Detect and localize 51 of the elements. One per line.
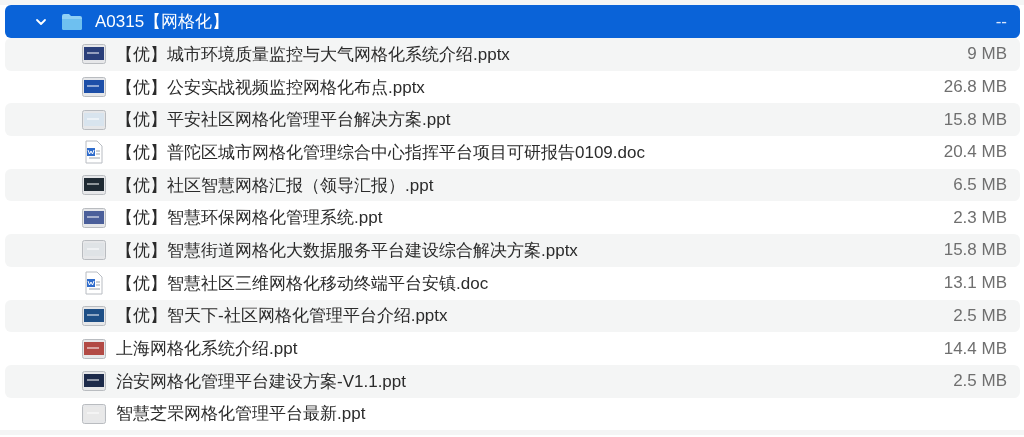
file-row[interactable]: 【优】智慧社区三维网格化移动终端平台安镇.doc 13.1 MB xyxy=(5,266,1020,300)
slide-thumbnail-icon xyxy=(82,75,106,100)
file-size: 15.8 MB xyxy=(943,109,1008,130)
folder-size: -- xyxy=(995,11,1008,32)
slide-thumbnail-icon xyxy=(82,369,106,394)
folder-name: A0315【网格化】 xyxy=(95,11,230,33)
file-name: 【优】智慧街道网格化大数据服务平台建设综合解决方案.pptx xyxy=(116,239,578,262)
file-row[interactable]: 治安网格化管理平台建设方案-V1.1.ppt 2.5 MB xyxy=(5,364,1020,398)
file-row[interactable]: 【优】普陀区城市网格化管理综合中心指挥平台项目可研报告0109.doc 20.4 MB xyxy=(5,136,1020,169)
file-size: 20.4 MB xyxy=(943,142,1008,163)
file-name: 【优】社区智慧网格汇报（领导汇报）.ppt xyxy=(116,174,434,197)
file-row[interactable]: 上海网格化系统介绍.ppt 14.4 MB xyxy=(5,332,1020,365)
file-size: 6.5 MB xyxy=(953,175,1008,196)
file-name: 【优】智天下-社区网格化管理平台介绍.pptx xyxy=(116,305,448,328)
file-row[interactable]: 【优】城市环境质量监控与大气网格化系统介绍.pptx 9 MB xyxy=(5,38,1020,71)
file-row[interactable]: 【优】智慧环保网格化管理系统.ppt 2.3 MB xyxy=(5,201,1020,235)
file-name: 【优】智慧环保网格化管理系统.ppt xyxy=(116,207,383,230)
slide-thumbnail-icon xyxy=(82,205,106,230)
file-name: 治安网格化管理平台建设方案-V1.1.ppt xyxy=(116,370,406,393)
file-name: 【优】智慧社区三维网格化移动终端平台安镇.doc xyxy=(116,272,489,295)
file-size: 13.1 MB xyxy=(943,273,1008,294)
folder-row[interactable]: A0315【网格化】 -- xyxy=(5,5,1020,38)
file-name: 【优】公安实战视频监控网格化布点.pptx xyxy=(116,76,425,99)
file-size: 2.5 MB xyxy=(953,371,1008,392)
file-row[interactable]: 智慧芝罘网格化管理平台最新.ppt xyxy=(5,397,1020,431)
file-row[interactable]: 【优】智天下-社区网格化管理平台介绍.pptx 2.5 MB xyxy=(5,299,1020,333)
file-row[interactable]: 【优】公安实战视频监控网格化布点.pptx 26.8 MB xyxy=(5,70,1020,104)
file-size: 2.5 MB xyxy=(953,305,1008,326)
slide-thumbnail-icon xyxy=(82,107,106,132)
file-row[interactable]: 【优】平安社区网格化管理平台解决方案.ppt 15.8 MB xyxy=(5,103,1020,137)
file-size: 9 MB xyxy=(967,44,1008,65)
document-icon xyxy=(82,140,106,165)
file-size: 2.3 MB xyxy=(953,207,1008,228)
file-size: 26.8 MB xyxy=(943,77,1008,98)
file-size: 14.4 MB xyxy=(943,338,1008,359)
file-row[interactable]: 【优】智慧街道网格化大数据服务平台建设综合解决方案.pptx 15.8 MB xyxy=(5,234,1020,267)
folder-icon xyxy=(61,12,83,31)
document-icon xyxy=(82,271,106,296)
file-size: 15.8 MB xyxy=(943,240,1008,261)
slide-thumbnail-icon xyxy=(82,401,106,426)
slide-thumbnail-icon xyxy=(82,336,106,361)
file-name: 智慧芝罘网格化管理平台最新.ppt xyxy=(116,403,366,426)
slide-thumbnail-icon xyxy=(82,42,106,67)
file-name: 上海网格化系统介绍.ppt xyxy=(116,338,298,361)
file-name: 【优】平安社区网格化管理平台解决方案.ppt xyxy=(116,109,451,132)
file-row[interactable]: 【优】社区智慧网格汇报（领导汇报）.ppt 6.5 MB xyxy=(5,168,1020,202)
file-name: 【优】城市环境质量监控与大气网格化系统介绍.pptx xyxy=(116,43,510,66)
slide-thumbnail-icon xyxy=(82,173,106,198)
file-name: 【优】普陀区城市网格化管理综合中心指挥平台项目可研报告0109.doc xyxy=(116,141,645,164)
slide-thumbnail-icon xyxy=(82,238,106,263)
slide-thumbnail-icon xyxy=(82,303,106,328)
